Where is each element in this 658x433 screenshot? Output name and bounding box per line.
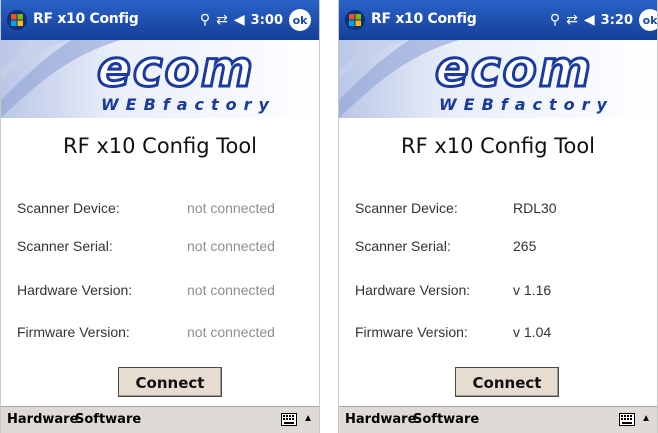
sip-arrow-icon[interactable]: ▲ [303, 413, 313, 424]
logo-text: ecom [435, 40, 593, 98]
sip-arrow-icon[interactable]: ▲ [641, 413, 651, 424]
speaker-icon[interactable]: ◀ [584, 12, 595, 28]
logo-subtext: WEBfactory [439, 95, 614, 114]
field-value: not connected [187, 324, 275, 340]
title-bar: RF x10 Config ⚲ ⇄ ◀ 3:20 ok [339, 0, 657, 40]
ecom-webfactory-banner: ecom WEBfactory [339, 40, 657, 118]
field-label: Firmware Version: [17, 324, 130, 340]
app-title: RF x10 Config Tool [400, 134, 595, 158]
field-label: Hardware Version: [17, 282, 133, 298]
field-label: Scanner Serial: [355, 238, 451, 254]
connect-button[interactable]: Connect [455, 367, 559, 397]
field-scanner-serial: Scanner Serial: not connected [17, 238, 307, 258]
device-screen-disconnected: RF x10 Config ⚲ ⇄ ◀ 3:00 ok ecom WEBfact… [0, 0, 320, 433]
clock[interactable]: 3:20 [601, 13, 633, 28]
field-firmware-version: Firmware Version: v 1.04 [355, 324, 645, 344]
title-bar: RF x10 Config ⚲ ⇄ ◀ 3:00 ok [1, 0, 319, 40]
speaker-icon[interactable]: ◀ [234, 12, 245, 28]
menu-hardware[interactable]: Hardware [345, 412, 416, 427]
menu-software[interactable]: Software [413, 412, 479, 427]
windows-start-icon[interactable] [7, 10, 27, 30]
field-label: Hardware Version: [355, 282, 471, 298]
menu-bar: Hardware Software ▲ [339, 406, 657, 433]
keyboard-icon[interactable] [619, 413, 635, 426]
menu-software[interactable]: Software [75, 412, 141, 427]
field-hardware-version: Hardware Version: not connected [17, 282, 307, 302]
antenna-icon[interactable]: ⚲ [200, 12, 210, 28]
ok-button[interactable]: ok [639, 9, 657, 31]
app-title: RF x10 Config Tool [62, 134, 257, 158]
field-label: Scanner Device: [17, 200, 120, 216]
keyboard-icon[interactable] [281, 413, 297, 426]
field-value: 265 [513, 238, 537, 254]
field-value: RDL30 [513, 200, 557, 216]
logo-text: ecom [97, 40, 255, 98]
field-scanner-device: Scanner Device: not connected [17, 200, 307, 220]
ecom-webfactory-banner: ecom WEBfactory [1, 40, 319, 118]
field-value: not connected [187, 282, 275, 298]
connectivity-icon[interactable]: ⇄ [216, 12, 228, 28]
field-value: not connected [187, 200, 275, 216]
menu-hardware[interactable]: Hardware [7, 412, 78, 427]
device-screen-connected: RF x10 Config ⚲ ⇄ ◀ 3:20 ok ecom WEBfact… [338, 0, 658, 433]
field-hardware-version: Hardware Version: v 1.16 [355, 282, 645, 302]
field-scanner-device: Scanner Device: RDL30 [355, 200, 645, 220]
window-title: RF x10 Config [371, 11, 477, 27]
field-value: v 1.04 [513, 324, 552, 340]
window-title: RF x10 Config [33, 11, 139, 27]
field-label: Scanner Device: [355, 200, 458, 216]
field-label: Scanner Serial: [17, 238, 113, 254]
menu-bar: Hardware Software ▲ [1, 406, 319, 433]
field-label: Firmware Version: [355, 324, 468, 340]
antenna-icon[interactable]: ⚲ [550, 12, 560, 28]
connectivity-icon[interactable]: ⇄ [566, 12, 578, 28]
field-firmware-version: Firmware Version: not connected [17, 324, 307, 344]
windows-start-icon[interactable] [345, 10, 365, 30]
field-value: not connected [187, 238, 275, 254]
ok-button[interactable]: ok [289, 9, 311, 31]
field-scanner-serial: Scanner Serial: 265 [355, 238, 645, 258]
connect-button[interactable]: Connect [118, 367, 222, 397]
field-value: v 1.16 [513, 282, 552, 298]
clock[interactable]: 3:00 [251, 13, 283, 28]
logo-subtext: WEBfactory [101, 95, 276, 114]
